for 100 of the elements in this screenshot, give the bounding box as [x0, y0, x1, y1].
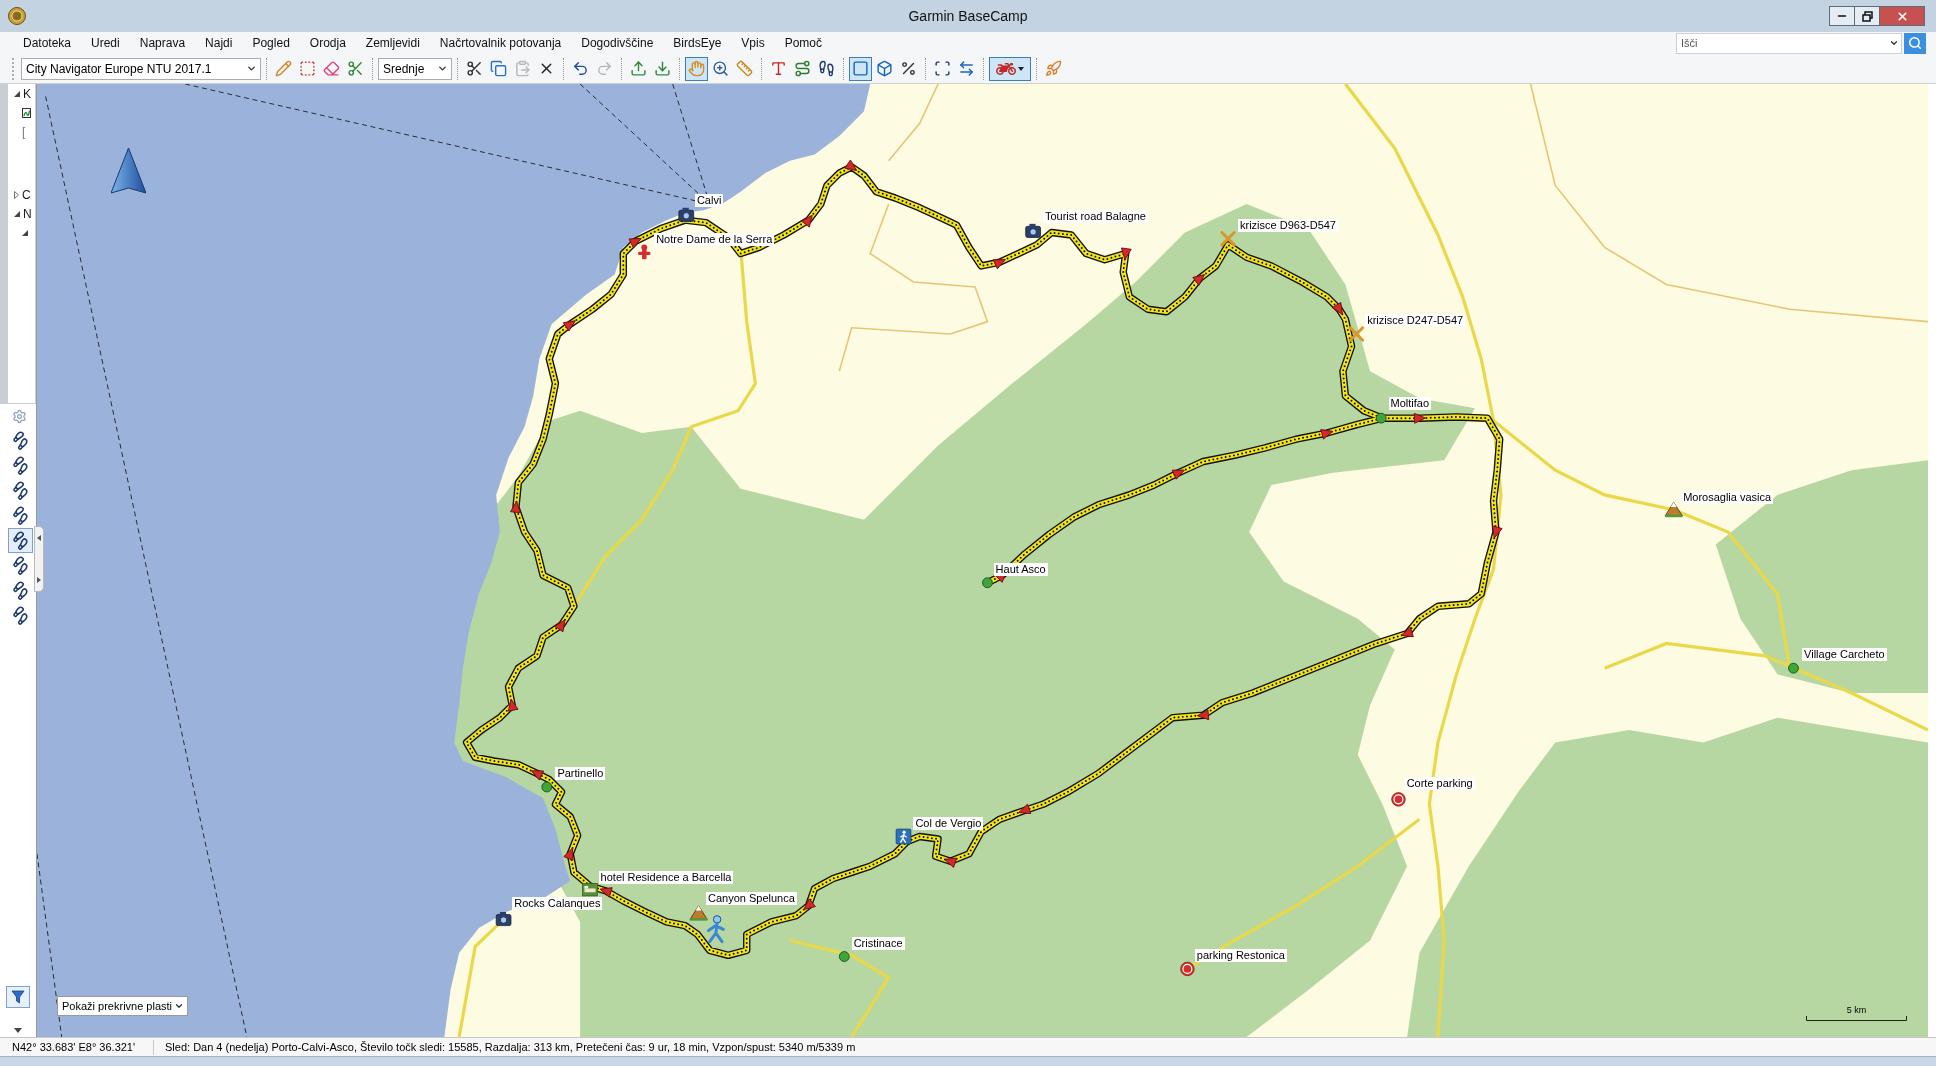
restore-button[interactable]: [1855, 6, 1880, 26]
menu-item[interactable]: Pomoč: [774, 34, 833, 52]
dot-icon: [1788, 662, 1799, 674]
direction-arrow-icon: [563, 847, 574, 861]
track-list-item[interactable]: [8, 528, 33, 553]
search-combobox[interactable]: Išči: [1676, 32, 1902, 54]
waypoint-label: Corte parking: [1404, 777, 1475, 791]
menu-item[interactable]: Vpis: [731, 34, 775, 52]
direction-arrow-icon: [599, 887, 613, 898]
north-arrow-icon: [111, 148, 146, 195]
track-info-text: Sled: Dan 4 (nedelja) Porto-Calvi-Asco, Število točk sledi: 15585, Razdalja: 313 km, Pretečeni čas: 9 ur, 18 min, Vzpon/spust: 5340 m/5339 m: [164, 1039, 856, 1055]
ring-icon: [1180, 961, 1195, 977]
direction-arrow-icon: [1192, 274, 1206, 286]
menu-item[interactable]: Orodja: [299, 34, 356, 52]
expanded-arrow-icon[interactable]: [14, 210, 20, 217]
x-mark-icon: [1348, 326, 1365, 342]
menu-item[interactable]: Načrtovalnik potovanja: [429, 34, 572, 52]
scale-label: 5 km: [1846, 1005, 1867, 1016]
waypoint-label: Rocks Calanques: [512, 897, 603, 911]
waypoint-label: Canyon Spelunca: [706, 892, 797, 906]
menu-item[interactable]: Pogled: [242, 34, 300, 52]
waypoint-label: Morosaglia vasica: [1681, 491, 1774, 505]
menu-item[interactable]: Najdi: [195, 34, 243, 52]
dot-icon: [541, 781, 553, 793]
walking-figure-icon: [707, 915, 725, 944]
camera-icon: [1025, 223, 1041, 238]
menu-item[interactable]: BirdsEye: [663, 34, 732, 52]
restore-icon: [1861, 10, 1873, 22]
waypoint-label: hotel Residence a Barcella: [598, 871, 734, 885]
splitter-handle[interactable]: [34, 526, 44, 592]
hiker-icon: [895, 828, 912, 845]
direction-arrow-icon: [803, 898, 816, 911]
direction-arrow-icon: [992, 259, 1006, 270]
search-icon: [1908, 36, 1922, 50]
track-line[interactable]: [462, 163, 1504, 959]
waypoint-label: parking Restonica: [1194, 949, 1287, 963]
caret-icon: [437, 63, 448, 74]
direction-arrow-icon: [1171, 469, 1185, 480]
menu-item[interactable]: Zemljevidi: [355, 34, 430, 52]
direction-arrow-icon: [1196, 709, 1210, 721]
caret-icon: [246, 63, 257, 74]
direction-arrow-icon: [1332, 302, 1343, 315]
tree-item[interactable]: N: [23, 206, 32, 221]
track-icon[interactable]: [22, 107, 31, 118]
waypoint-label: krizisce D247-D547: [1365, 314, 1466, 328]
direction-arrow-icon: [628, 237, 642, 249]
scroll-down-icon[interactable]: [14, 1027, 22, 1033]
profile-dropdown[interactable]: [989, 56, 1031, 81]
detail-dropdown[interactable]: Srednje: [378, 57, 452, 80]
tree-item[interactable]: K: [23, 86, 31, 101]
minimize-button[interactable]: [1829, 6, 1855, 26]
overlay-dropdown[interactable]: Pokaži prekrivne plasti: [57, 996, 188, 1016]
tree-item[interactable]: C: [22, 187, 31, 202]
expand-arrow-icon[interactable]: [37, 577, 41, 583]
direction-arrow-icon: [1413, 412, 1427, 424]
caret-icon: [174, 1001, 184, 1011]
expanded-arrow-icon[interactable]: [14, 90, 20, 97]
direction-arrow-icon: [507, 698, 519, 712]
mountain-icon: [1664, 501, 1683, 518]
filter-button[interactable]: [6, 986, 30, 1008]
caret-icon[interactable]: [1889, 38, 1899, 48]
direction-arrow-icon: [530, 770, 544, 781]
menu-item[interactable]: Dogodivščine: [571, 34, 664, 52]
waypoint-label: Calvi: [694, 194, 724, 208]
cross-icon: [638, 244, 651, 260]
direction-arrow-icon: [1121, 247, 1132, 261]
waypoint-label: Moltifao: [1388, 397, 1432, 411]
menu-item[interactable]: Uredi: [81, 34, 130, 52]
expanded-arrow-icon[interactable]: [22, 229, 28, 236]
settings-icon[interactable]: [12, 408, 27, 424]
waypoint-label: Partinello: [555, 767, 606, 781]
app-icon: [8, 7, 26, 25]
search-input[interactable]: Išči: [1681, 34, 1889, 52]
dot-icon: [838, 951, 850, 962]
collapsed-arrow-icon[interactable]: [14, 190, 19, 199]
search-button[interactable]: [1904, 32, 1926, 54]
waypoint-label: Village Carcheto: [1802, 648, 1887, 662]
dot-icon: [982, 577, 993, 589]
mountain-icon: [689, 905, 708, 921]
menu-item[interactable]: Datoteka: [13, 34, 82, 52]
ring-icon: [1391, 792, 1406, 807]
filter-icon: [11, 990, 25, 1004]
close-icon: [1895, 9, 1909, 23]
direction-arrow-icon: [1320, 429, 1334, 440]
bed-icon: [582, 883, 598, 897]
tree-item[interactable]: [: [22, 124, 26, 139]
caret-icon: [1018, 66, 1024, 71]
direction-arrow-icon: [1018, 803, 1032, 814]
menu-item[interactable]: Naprava: [129, 34, 196, 52]
map-product-dropdown[interactable]: City Navigator Europe NTU 2017.1: [21, 57, 261, 80]
dot-icon: [1375, 412, 1387, 424]
direction-arrow-icon: [510, 500, 521, 514]
camera-icon: [495, 912, 512, 926]
coordinates-text: N42° 33.683' E8° 36.321': [11, 1039, 137, 1055]
direction-arrow-icon: [844, 159, 858, 171]
x-mark-icon: [1220, 231, 1236, 247]
direction-arrow-icon: [554, 619, 566, 633]
camera-icon: [678, 207, 695, 222]
collapse-arrow-icon[interactable]: [37, 535, 41, 541]
direction-arrow-icon: [562, 320, 576, 332]
